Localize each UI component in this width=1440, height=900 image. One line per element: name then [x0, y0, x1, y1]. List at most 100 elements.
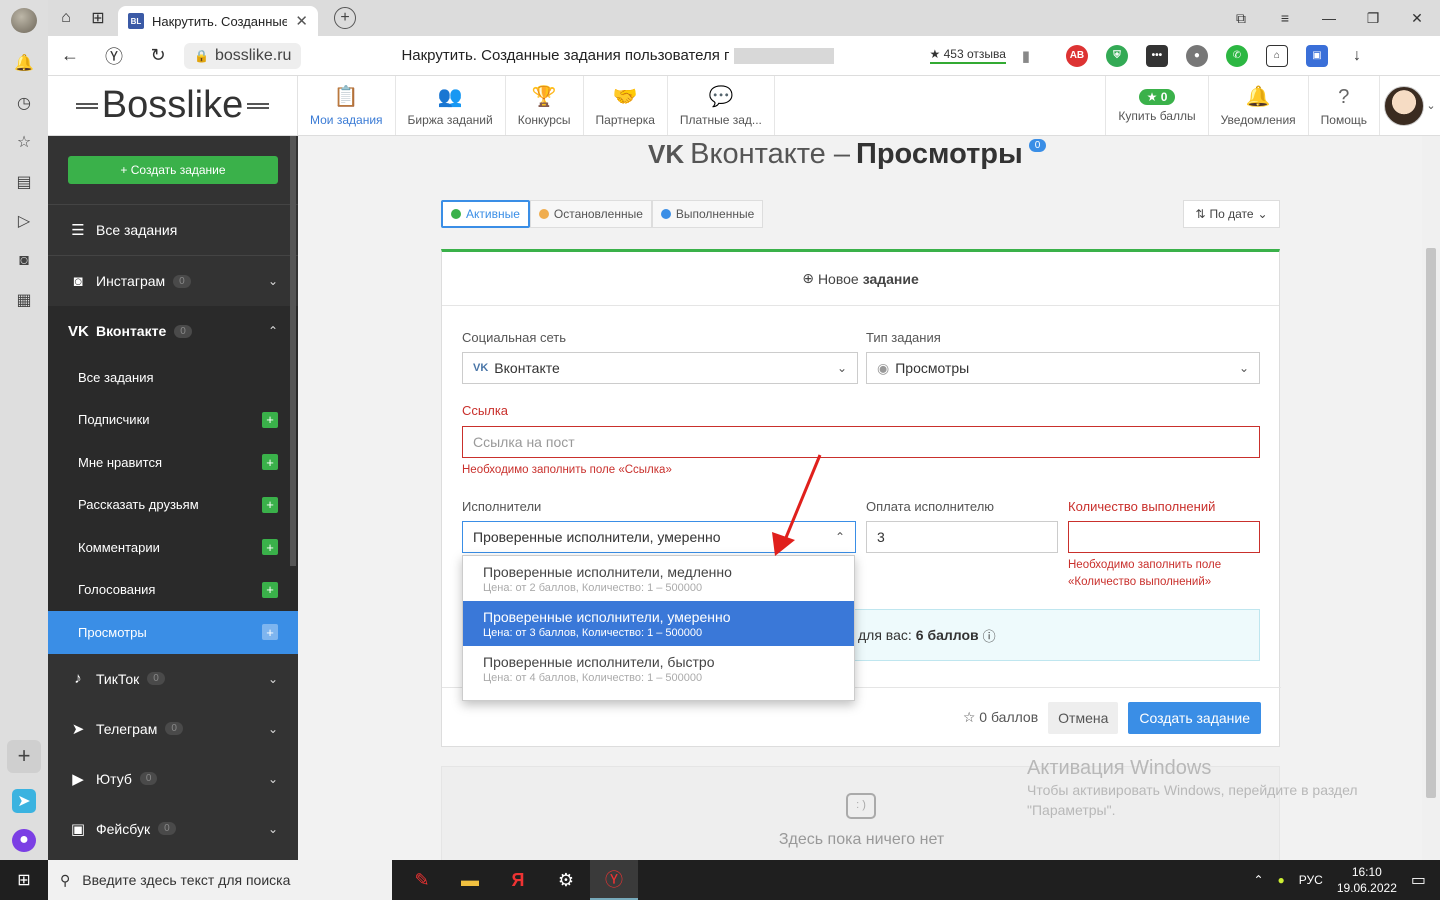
- tab-title: Накрутить. Созданные: [152, 13, 288, 29]
- close-window-icon[interactable]: ✕: [1408, 10, 1426, 27]
- language-indicator[interactable]: РУС: [1299, 873, 1323, 887]
- yandex-app-icon[interactable]: Я: [494, 860, 542, 900]
- plus-icon[interactable]: +: [262, 496, 278, 513]
- settings-gear-icon[interactable]: ⚙: [542, 860, 590, 900]
- reviews-link[interactable]: ★ 453 отзыва: [929, 47, 1006, 64]
- close-tab-icon[interactable]: ✕: [295, 12, 308, 30]
- shirt-icon[interactable]: ⌂: [1265, 44, 1288, 67]
- sub-item-polls[interactable]: Голосования +: [48, 569, 298, 612]
- apps-grid-icon[interactable]: ▦: [12, 288, 36, 311]
- taskbar-search[interactable]: ⚲ Введите здесь текст для поиска: [48, 860, 392, 900]
- create-task-submit-button[interactable]: Создать задание: [1128, 701, 1261, 734]
- buy-points-button[interactable]: ★ 0 Купить баллы: [1105, 76, 1209, 135]
- sidebar-item-youtube[interactable]: ▶ Ютуб 0 ⌄: [48, 754, 298, 804]
- question-icon[interactable]: ⓘ: [983, 626, 996, 645]
- sidebar-item-vkontakte[interactable]: VK Вконтакте 0 ⌃: [48, 306, 298, 356]
- plus-icon[interactable]: +: [262, 411, 278, 428]
- adblock-icon[interactable]: AB: [1065, 44, 1088, 67]
- download-icon[interactable]: ↓: [1345, 44, 1368, 67]
- folder-icon[interactable]: ▬: [446, 860, 494, 900]
- option-fast[interactable]: Проверенные исполнители, быстро Цена: от …: [463, 646, 854, 691]
- notification-center-icon[interactable]: ▭: [1411, 870, 1426, 890]
- screenshot-icon[interactable]: ▣: [1305, 44, 1328, 67]
- user-menu[interactable]: ⌄: [1380, 76, 1440, 135]
- profile-avatar[interactable]: [11, 8, 37, 34]
- minimize-icon[interactable]: —: [1320, 10, 1338, 26]
- back-icon[interactable]: ←: [48, 45, 92, 66]
- nav-contests[interactable]: 🏆 Конкурсы: [506, 76, 584, 135]
- yandex-icon[interactable]: Ⓨ: [92, 43, 136, 69]
- filter-active[interactable]: Активные: [441, 200, 530, 228]
- social-network-select[interactable]: VK Вконтакте ⌄: [462, 352, 858, 384]
- camera-icon[interactable]: ◙: [12, 249, 36, 272]
- shield-icon[interactable]: ⛨: [1105, 44, 1128, 67]
- nav-partners[interactable]: 🤝 Партнерка: [584, 76, 668, 135]
- plus-icon[interactable]: +: [262, 454, 278, 471]
- nav-paid-tasks[interactable]: 💬 Платные зад...: [668, 76, 775, 135]
- sidebar-item-all-tasks[interactable]: ☰ Все задания: [48, 205, 298, 255]
- star-icon[interactable]: ☆: [12, 130, 36, 153]
- help-button[interactable]: ? Помощь: [1309, 76, 1380, 135]
- site-logo[interactable]: Bosslike: [48, 76, 298, 135]
- bulb-icon[interactable]: ●: [1185, 44, 1208, 67]
- bookmark-icon[interactable]: ▮: [1006, 47, 1046, 65]
- sub-item-likes[interactable]: Мне нравится +: [48, 441, 298, 484]
- clock[interactable]: 16:10 19.06.2022: [1337, 864, 1397, 896]
- play-icon[interactable]: ▷: [12, 209, 36, 232]
- count-input[interactable]: [1068, 521, 1260, 553]
- reload-icon[interactable]: ↻: [136, 45, 180, 66]
- plus-icon[interactable]: +: [262, 539, 278, 556]
- page-scrollbar[interactable]: [1422, 136, 1440, 860]
- sidebar-item-telegram[interactable]: ➤ Телеграм 0 ⌄: [48, 704, 298, 754]
- messenger-icon[interactable]: ➤: [12, 789, 36, 813]
- new-window-icon[interactable]: ⊞: [86, 6, 110, 30]
- option-slow[interactable]: Проверенные исполнители, медленно Цена: о…: [463, 556, 854, 601]
- history-icon[interactable]: ◷: [12, 91, 36, 114]
- link-input[interactable]: Ссылка на пост: [462, 426, 1260, 458]
- filter-stopped[interactable]: Остановленные: [529, 200, 652, 228]
- sub-item-share[interactable]: Рассказать друзьям +: [48, 484, 298, 527]
- plus-icon[interactable]: +: [262, 581, 278, 598]
- cancel-button[interactable]: Отмена: [1048, 701, 1119, 734]
- bell-icon[interactable]: 🔔: [12, 51, 36, 74]
- sidebar-item-tiktok[interactable]: ♪ ТикТок 0 ⌄: [48, 654, 298, 704]
- chevron-up-icon[interactable]: ⌃: [1253, 873, 1263, 887]
- nav-my-tasks[interactable]: 📋 Мои задания: [298, 76, 396, 135]
- sub-item-subscribers[interactable]: Подписчики +: [48, 399, 298, 442]
- sub-item-all-tasks[interactable]: Все задания: [48, 356, 298, 399]
- new-task-header[interactable]: ⊕ Новое задание: [442, 252, 1279, 306]
- browser-tab[interactable]: BL Накрутить. Созданные ✕: [118, 6, 318, 36]
- create-task-button[interactable]: + Создать задание: [68, 156, 278, 184]
- menu-icon[interactable]: ≡: [1276, 10, 1294, 26]
- social-label: Социальная сеть: [462, 330, 566, 345]
- pay-input[interactable]: 3: [866, 521, 1058, 553]
- url-field[interactable]: 🔒 bosslike.ru: [184, 42, 302, 69]
- sub-item-comments[interactable]: Комментарии +: [48, 526, 298, 569]
- task-type-select[interactable]: ◉ Просмотры ⌄: [866, 352, 1260, 384]
- notifications-button[interactable]: 🔔 Уведомления: [1209, 76, 1309, 135]
- add-panel-icon[interactable]: +: [7, 739, 41, 774]
- plus-icon[interactable]: +: [262, 624, 278, 641]
- sidebar-item-facebook[interactable]: ▣ Фейсбук 0 ⌄: [48, 804, 298, 854]
- yandex-browser-icon[interactable]: Ⓨ: [590, 860, 638, 900]
- sort-dropdown[interactable]: ⇅ По дате ⌄: [1183, 200, 1280, 228]
- pen-app-icon[interactable]: ✎: [398, 860, 446, 900]
- windows-start-icon[interactable]: ⊞: [0, 860, 48, 900]
- new-tab-button[interactable]: +: [334, 7, 356, 29]
- dots-extension-icon[interactable]: •••: [1145, 44, 1168, 67]
- sub-item-views[interactable]: Просмотры +: [48, 611, 298, 654]
- sidebar-scrollbar[interactable]: [290, 136, 296, 566]
- sidebar-item-instagram[interactable]: ◙ Инстаграм 0 ⌄: [48, 256, 298, 306]
- alice-icon[interactable]: ●: [12, 828, 36, 853]
- option-moderate[interactable]: Проверенные исполнители, умеренно Цена: о…: [463, 601, 854, 646]
- clipboard-icon: 📋: [333, 85, 359, 108]
- filter-completed[interactable]: Выполненные: [651, 200, 764, 228]
- nav-task-exchange[interactable]: 👥 Биржа заданий: [396, 76, 506, 135]
- collections-icon[interactable]: ▤: [12, 170, 36, 193]
- restore-icon[interactable]: ❐: [1364, 10, 1382, 27]
- tray-app-icon[interactable]: ●: [1278, 873, 1285, 887]
- bookmarks-panel-icon[interactable]: ⧉: [1232, 10, 1250, 27]
- performers-select[interactable]: Проверенные исполнители, умеренно ⌃: [462, 521, 856, 553]
- whatsapp-icon[interactable]: ✆: [1225, 44, 1248, 67]
- home-icon[interactable]: ⌂: [54, 6, 78, 30]
